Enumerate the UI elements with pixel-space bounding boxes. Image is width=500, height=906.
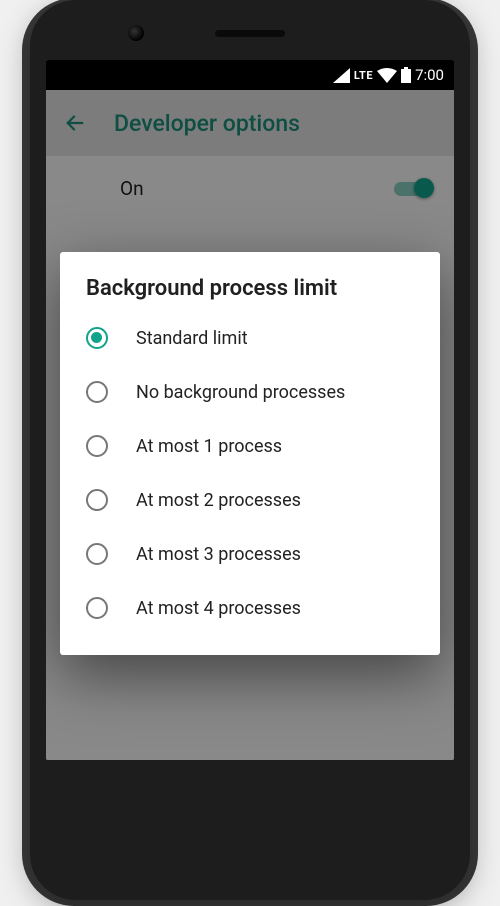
option-label: At most 1 process	[136, 436, 282, 457]
radio-icon	[86, 381, 108, 403]
option-at-most-4[interactable]: At most 4 processes	[60, 581, 440, 635]
page-title: Developer options	[114, 110, 300, 137]
radio-icon	[86, 543, 108, 565]
option-at-most-3[interactable]: At most 3 processes	[60, 527, 440, 581]
dialog-title: Background process limit	[60, 276, 440, 311]
app-bar: Developer options	[46, 90, 454, 156]
master-toggle-switch[interactable]	[394, 177, 434, 199]
network-type: LTE	[354, 69, 373, 82]
earpiece	[215, 30, 285, 37]
option-label: At most 3 processes	[136, 544, 301, 565]
option-standard-limit[interactable]: Standard limit	[60, 311, 440, 365]
status-clock: 7:00	[415, 66, 444, 84]
wifi-icon	[377, 68, 397, 83]
radio-icon	[86, 489, 108, 511]
radio-icon	[86, 597, 108, 619]
option-label: Standard limit	[136, 328, 248, 349]
radio-icon	[86, 327, 108, 349]
process-limit-dialog: Background process limit Standard limit …	[60, 252, 440, 655]
cell-signal-icon	[333, 68, 350, 83]
phone-frame: LTE 7:00 Developer options On Background…	[30, 0, 470, 900]
option-at-most-1[interactable]: At most 1 process	[60, 419, 440, 473]
screen: LTE 7:00 Developer options On Background…	[46, 60, 454, 760]
front-camera	[128, 25, 144, 41]
master-toggle-row[interactable]: On	[46, 156, 454, 220]
radio-icon	[86, 435, 108, 457]
switch-thumb	[414, 178, 434, 198]
back-arrow-icon[interactable]	[64, 112, 86, 134]
master-toggle-label: On	[120, 177, 144, 200]
battery-icon	[401, 67, 411, 83]
option-label: No background processes	[136, 382, 345, 403]
option-no-bg-processes[interactable]: No background processes	[60, 365, 440, 419]
option-at-most-2[interactable]: At most 2 processes	[60, 473, 440, 527]
option-label: At most 2 processes	[136, 490, 301, 511]
option-label: At most 4 processes	[136, 598, 301, 619]
status-bar: LTE 7:00	[46, 60, 454, 90]
